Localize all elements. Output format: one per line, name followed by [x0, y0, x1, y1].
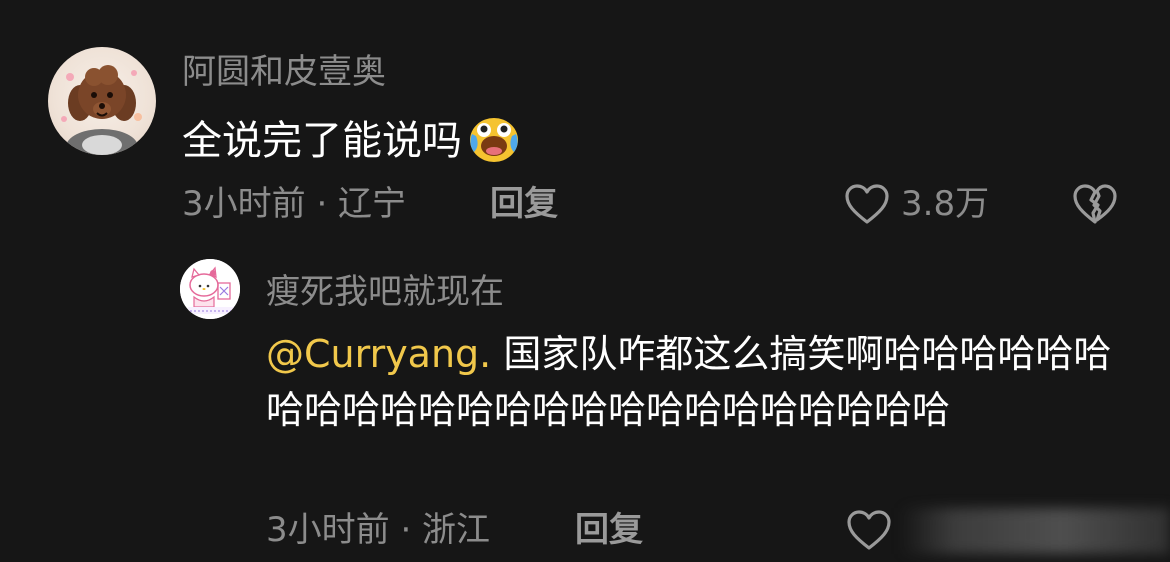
comment-body: 全说完了能说吗 [182, 112, 522, 177]
hello-kitty-avatar-icon [180, 259, 240, 319]
heart-icon [847, 510, 891, 550]
like-button[interactable] [844, 183, 890, 229]
avatar-commenter[interactable] [48, 47, 156, 155]
like-count: 3.8万 [901, 184, 990, 224]
crying-laughing-face-icon [466, 112, 522, 177]
poodle-avatar-icon [61, 65, 142, 155]
reply-like-button[interactable] [846, 509, 892, 555]
replier-username[interactable]: 瘦死我吧就现在 [266, 272, 504, 312]
blurred-watermark [900, 508, 1170, 554]
mention-link[interactable]: @Curryang. [266, 332, 491, 376]
commenter-username[interactable]: 阿圆和皮壹奥 [182, 52, 386, 92]
reply-body: @Curryang. 国家队咋都这么搞笑啊哈哈哈哈哈哈哈哈哈哈哈哈哈哈哈哈哈哈哈… [266, 326, 1116, 438]
reply-time-location: 3小时前 · 浙江 [266, 510, 491, 550]
broken-heart-icon [1073, 184, 1117, 224]
comment-reply-button[interactable]: 回复 [490, 184, 558, 224]
avatar-replier[interactable] [180, 259, 240, 319]
comment-text: 全说完了能说吗 [182, 118, 462, 164]
comment-time-location: 3小时前 · 辽宁 [182, 184, 407, 224]
dislike-button[interactable] [1072, 183, 1118, 229]
heart-icon [845, 184, 889, 224]
reply-reply-button[interactable]: 回复 [575, 510, 643, 550]
